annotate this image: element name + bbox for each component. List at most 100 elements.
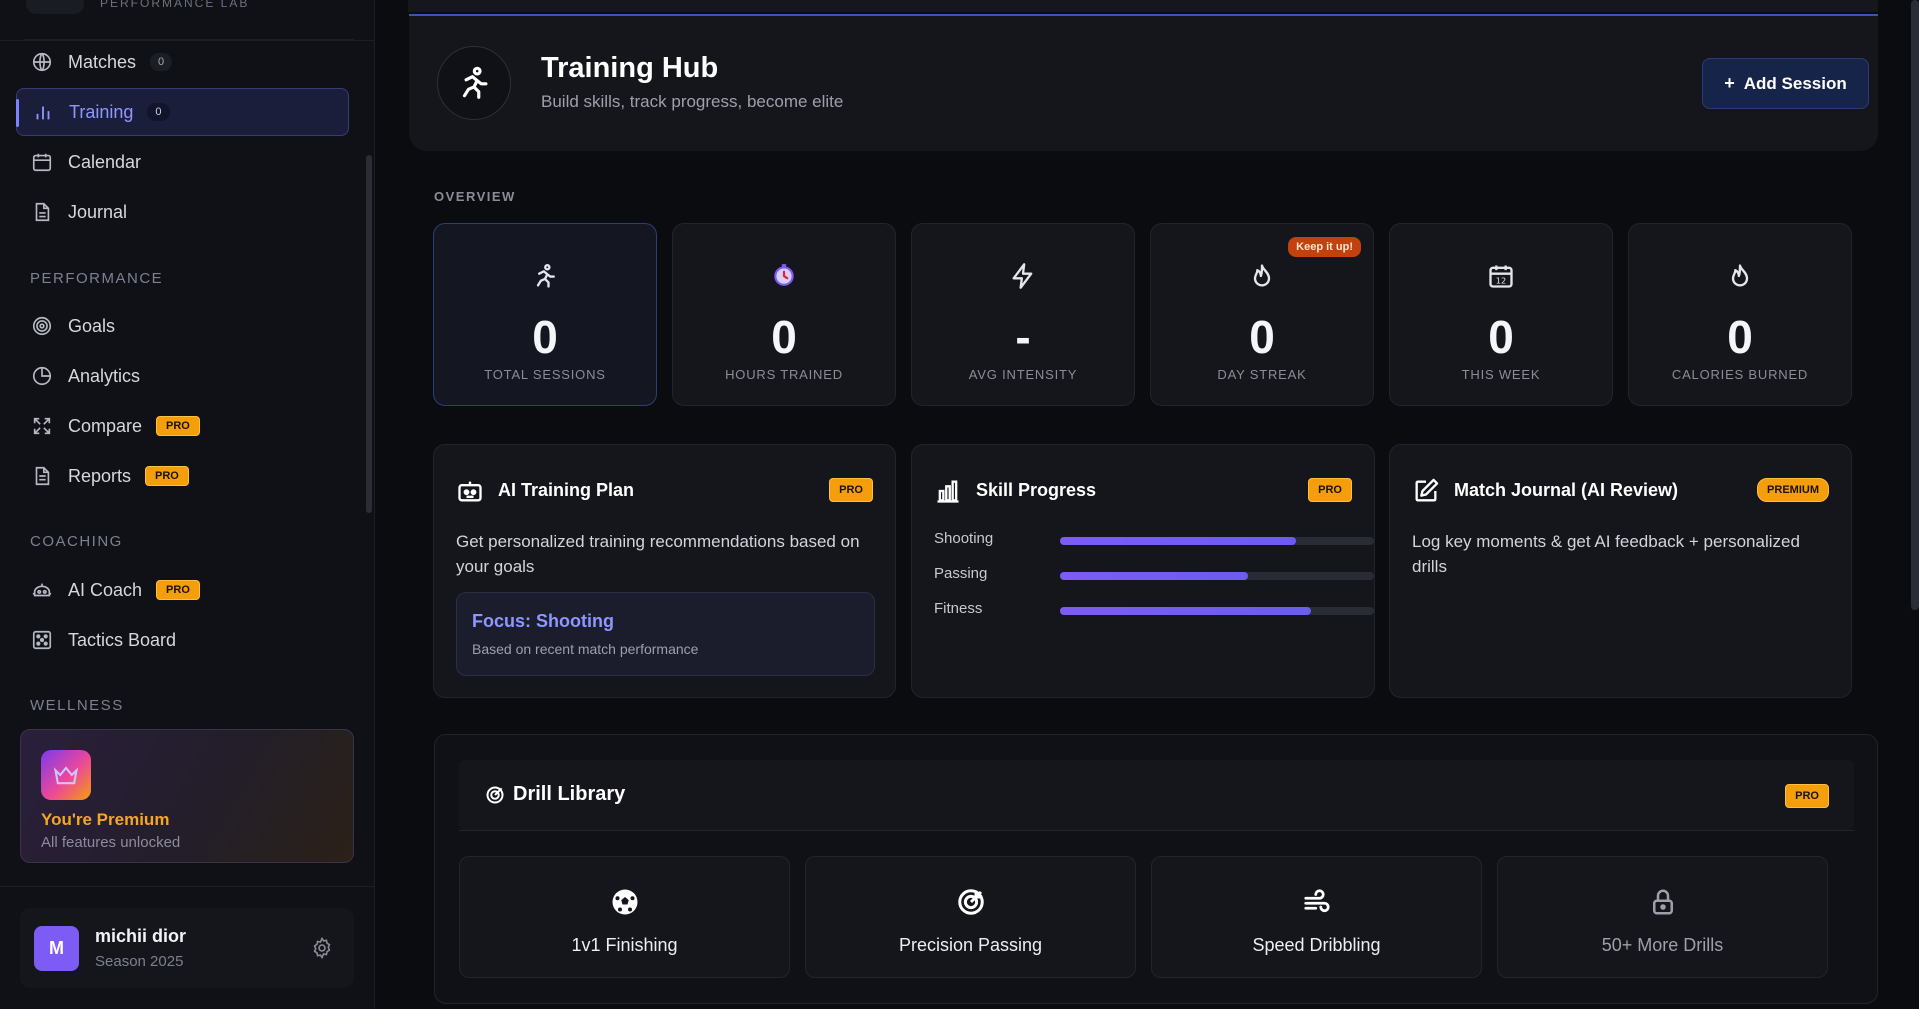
pie-chart-icon xyxy=(30,364,54,388)
skill-row-fitness: Fitness xyxy=(934,600,1374,620)
page-scrollbar[interactable] xyxy=(1911,0,1919,610)
section-coaching: COACHING xyxy=(30,533,123,550)
stat-avg-intensity: - AVG INTENSITY xyxy=(911,223,1135,406)
plus-icon: + xyxy=(1724,73,1735,93)
page-subtitle: Build skills, track progress, become eli… xyxy=(541,92,844,111)
add-session-button[interactable]: + Add Session xyxy=(1702,58,1869,109)
skill-row-shooting: Shooting xyxy=(934,530,1374,550)
expand-icon xyxy=(30,414,54,438)
gear-icon[interactable] xyxy=(310,936,334,960)
stat-label: CALORIES BURNED xyxy=(1671,367,1809,382)
stat-hours-trained: 0 HOURS TRAINED xyxy=(672,223,896,406)
hero-header: Training Hub Build skills, track progres… xyxy=(409,14,1878,151)
pro-badge: PRO xyxy=(1785,784,1829,808)
stat-value: 0 xyxy=(1488,311,1514,363)
section-performance: PERFORMANCE xyxy=(30,270,164,287)
sidebar-item-training[interactable]: Training 0 xyxy=(16,88,349,136)
skill-row-passing: Passing xyxy=(934,565,1374,585)
skill-track xyxy=(1060,572,1374,580)
stat-label: TOTAL SESSIONS xyxy=(484,367,606,382)
top-strip xyxy=(408,0,1878,12)
target-icon xyxy=(485,785,505,805)
count-badge: 0 xyxy=(150,53,173,71)
wind-icon xyxy=(1152,887,1481,917)
stat-label: THIS WEEK xyxy=(1461,367,1541,382)
user-season: Season 2025 xyxy=(95,953,184,970)
lock-icon xyxy=(1498,887,1827,917)
page-title: Training Hub xyxy=(541,52,719,84)
stat-value: - xyxy=(1015,311,1031,363)
drill-tile-speed-dribbling[interactable]: Speed Dribbling xyxy=(1151,856,1482,978)
target-icon xyxy=(806,887,1135,917)
sidebar-item-goals[interactable]: Goals xyxy=(16,302,349,350)
sidebar-scrollbar[interactable] xyxy=(366,155,372,513)
stat-label: AVG INTENSITY xyxy=(968,367,1078,382)
focus-box[interactable]: Focus: Shooting Based on recent match pe… xyxy=(456,592,875,676)
drill-library: Drill Library PRO 1v1 Finishing Precisio… xyxy=(434,734,1878,1004)
sidebar-item-calendar[interactable]: Calendar xyxy=(16,138,349,186)
brand-logo[interactable] xyxy=(26,0,84,14)
sidebar-item-label: Analytics xyxy=(68,365,141,386)
drill-label: 50+ More Drills xyxy=(1601,935,1724,955)
count-badge: 0 xyxy=(147,103,170,121)
sidebar-item-label: Goals xyxy=(68,315,116,336)
stat-label: DAY STREAK xyxy=(1217,367,1307,382)
drill-tile-precision-passing[interactable]: Precision Passing xyxy=(805,856,1136,978)
calendar-icon xyxy=(30,150,54,174)
stat-value: 0 xyxy=(771,311,797,363)
stat-value: 0 xyxy=(532,311,558,363)
flame-icon xyxy=(1151,262,1373,292)
pro-badge: PRO xyxy=(145,466,189,486)
skill-progress-card[interactable]: Skill Progress PRO Shooting Passing Fitn… xyxy=(911,444,1375,698)
card-title: Skill Progress xyxy=(976,480,1097,500)
stat-value: 0 xyxy=(1727,311,1753,363)
sidebar-item-label: AI Coach xyxy=(68,579,143,600)
sidebar-item-label: Training xyxy=(69,101,134,122)
sidebar-item-journal[interactable]: Journal xyxy=(16,188,349,236)
match-journal-card[interactable]: Match Journal (AI Review) PREMIUM Log ke… xyxy=(1389,444,1852,698)
sidebar-item-compare[interactable]: Compare PRO xyxy=(16,402,349,450)
target-icon xyxy=(30,314,54,338)
avatar: M xyxy=(34,926,79,971)
pro-badge: PRO xyxy=(156,580,200,600)
sidebar-item-analytics[interactable]: Analytics xyxy=(16,352,349,400)
pro-badge: PRO xyxy=(156,416,200,436)
brand-subtitle: PERFORMANCE LAB xyxy=(100,0,250,10)
pro-badge: PRO xyxy=(1308,478,1352,502)
drill-label: 1v1 Finishing xyxy=(571,935,678,955)
user-name: michii dior xyxy=(95,926,187,946)
card-description: Log key moments & get AI feedback + pers… xyxy=(1412,532,1800,576)
flame-icon xyxy=(1629,262,1851,292)
skill-fill xyxy=(1060,572,1249,580)
svg-text:12: 12 xyxy=(1496,276,1506,286)
crown-icon xyxy=(41,750,91,800)
sidebar-item-ai-coach[interactable]: AI Coach PRO xyxy=(16,566,349,614)
sidebar: PERFORMANCE LAB Matches 0 Training 0 Cal… xyxy=(0,0,375,1009)
stat-total-sessions: 0 TOTAL SESSIONS xyxy=(433,223,657,406)
skill-fill xyxy=(1060,607,1312,615)
sidebar-item-reports[interactable]: Reports PRO xyxy=(16,452,349,500)
card-description: Get personalized training recommendation… xyxy=(456,532,860,576)
drill-divider xyxy=(459,830,1854,831)
skill-name: Shooting xyxy=(934,530,994,547)
sidebar-item-tactics-board[interactable]: Tactics Board xyxy=(16,616,349,664)
edit-icon xyxy=(1412,477,1440,505)
brand: PERFORMANCE LAB xyxy=(24,0,354,40)
drill-label: Precision Passing xyxy=(898,935,1043,955)
premium-card[interactable]: You're Premium All features unlocked xyxy=(20,729,354,863)
sidebar-item-label: Reports xyxy=(68,465,132,486)
drill-tile-1v1-finishing[interactable]: 1v1 Finishing xyxy=(459,856,790,978)
ai-training-plan-card[interactable]: AI Training Plan PRO Get personalized tr… xyxy=(433,444,896,698)
drill-label: Speed Dribbling xyxy=(1252,935,1381,955)
stat-calories-burned: 0 CALORIES BURNED xyxy=(1628,223,1852,406)
skill-fill xyxy=(1060,537,1296,545)
user-card[interactable]: M michii dior Season 2025 xyxy=(20,908,354,988)
sidebar-item-matches[interactable]: Matches 0 xyxy=(16,38,349,86)
card-title: Match Journal (AI Review) xyxy=(1454,480,1679,500)
premium-subtitle: All features unlocked xyxy=(41,834,181,851)
user-divider xyxy=(0,886,374,887)
stat-value: 0 xyxy=(1249,311,1275,363)
card-title: AI Training Plan xyxy=(498,480,635,500)
soccer-ball-icon xyxy=(460,887,789,917)
drill-tile-more-drills[interactable]: 50+ More Drills xyxy=(1497,856,1828,978)
